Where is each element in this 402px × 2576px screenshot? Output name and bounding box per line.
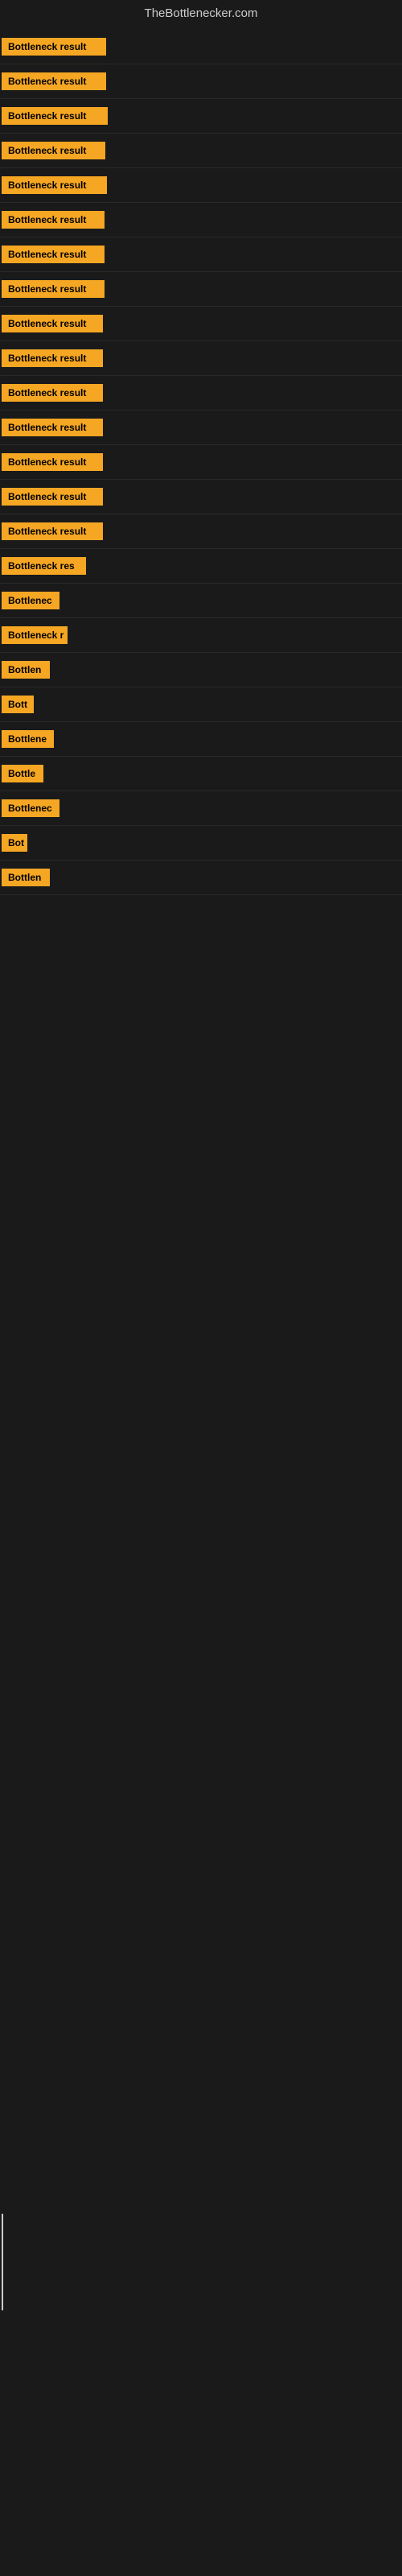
bottleneck-bar[interactable]: Bottleneck result	[2, 488, 103, 506]
bottleneck-bar[interactable]: Bottlenec	[2, 799, 59, 817]
list-item: Bottleneck r	[0, 618, 402, 653]
bottleneck-bar[interactable]: Bottle	[2, 765, 43, 782]
list-item: Bottleneck res	[0, 549, 402, 584]
list-item: Bottlen	[0, 653, 402, 687]
list-item: Bottleneck result	[0, 480, 402, 514]
list-item: Bot	[0, 826, 402, 861]
bottleneck-bar[interactable]: Bottleneck result	[2, 176, 107, 194]
bottleneck-bar[interactable]: Bottleneck result	[2, 315, 103, 332]
bottleneck-bar[interactable]: Bottleneck result	[2, 211, 105, 229]
chart-area: TheBottlenecker.com Bottleneck result Bot…	[0, 0, 402, 895]
bottleneck-bar[interactable]: Bottlene	[2, 730, 54, 748]
bottleneck-bar[interactable]: Bottleneck result	[2, 349, 103, 367]
bottleneck-bar[interactable]: Bottlen	[2, 661, 50, 679]
bottleneck-bar[interactable]: Bottleneck result	[2, 419, 103, 436]
bottleneck-bar[interactable]: Bottleneck result	[2, 453, 103, 471]
list-item: Bottleneck result	[0, 168, 402, 203]
bottleneck-bar[interactable]: Bottleneck res	[2, 557, 86, 575]
site-title: TheBottlenecker.com	[145, 6, 258, 20]
bottleneck-bar[interactable]: Bottleneck r	[2, 626, 68, 644]
list-item: Bottleneck result	[0, 376, 402, 411]
list-item: Bottleneck result	[0, 445, 402, 480]
bottleneck-bar[interactable]: Bottleneck result	[2, 142, 105, 159]
list-item: Bottleneck result	[0, 30, 402, 64]
bottleneck-bar[interactable]: Bottleneck result	[2, 522, 103, 540]
list-item: Bottleneck result	[0, 64, 402, 99]
list-item: Bottleneck result	[0, 411, 402, 445]
list-item: Bottleneck result	[0, 514, 402, 549]
bottleneck-bar[interactable]: Bottleneck result	[2, 107, 108, 125]
list-item: Bottleneck result	[0, 203, 402, 237]
bottleneck-bar[interactable]: Bottleneck result	[2, 38, 106, 56]
list-item: Bottleneck result	[0, 341, 402, 376]
list-item: Bottlen	[0, 861, 402, 895]
list-item: Bottleneck result	[0, 307, 402, 341]
bottleneck-bar[interactable]: Bot	[2, 834, 27, 852]
list-item: Bottlenec	[0, 584, 402, 618]
cursor-line	[2, 2214, 3, 2310]
list-item: Bott	[0, 687, 402, 722]
list-item: Bottle	[0, 757, 402, 791]
list-item: Bottlene	[0, 722, 402, 757]
bottleneck-bar[interactable]: Bottleneck result	[2, 246, 105, 263]
site-header: TheBottlenecker.com	[0, 0, 402, 30]
bottleneck-bar[interactable]: Bottleneck result	[2, 72, 106, 90]
bottleneck-bar[interactable]: Bottlen	[2, 869, 50, 886]
bottleneck-bar[interactable]: Bott	[2, 696, 34, 713]
list-item: Bottlenec	[0, 791, 402, 826]
bottleneck-bar[interactable]: Bottleneck result	[2, 280, 105, 298]
list-item: Bottleneck result	[0, 272, 402, 307]
bottleneck-bar[interactable]: Bottleneck result	[2, 384, 103, 402]
list-item: Bottleneck result	[0, 99, 402, 134]
list-item: Bottleneck result	[0, 237, 402, 272]
bottleneck-bar[interactable]: Bottlenec	[2, 592, 59, 609]
list-item: Bottleneck result	[0, 134, 402, 168]
